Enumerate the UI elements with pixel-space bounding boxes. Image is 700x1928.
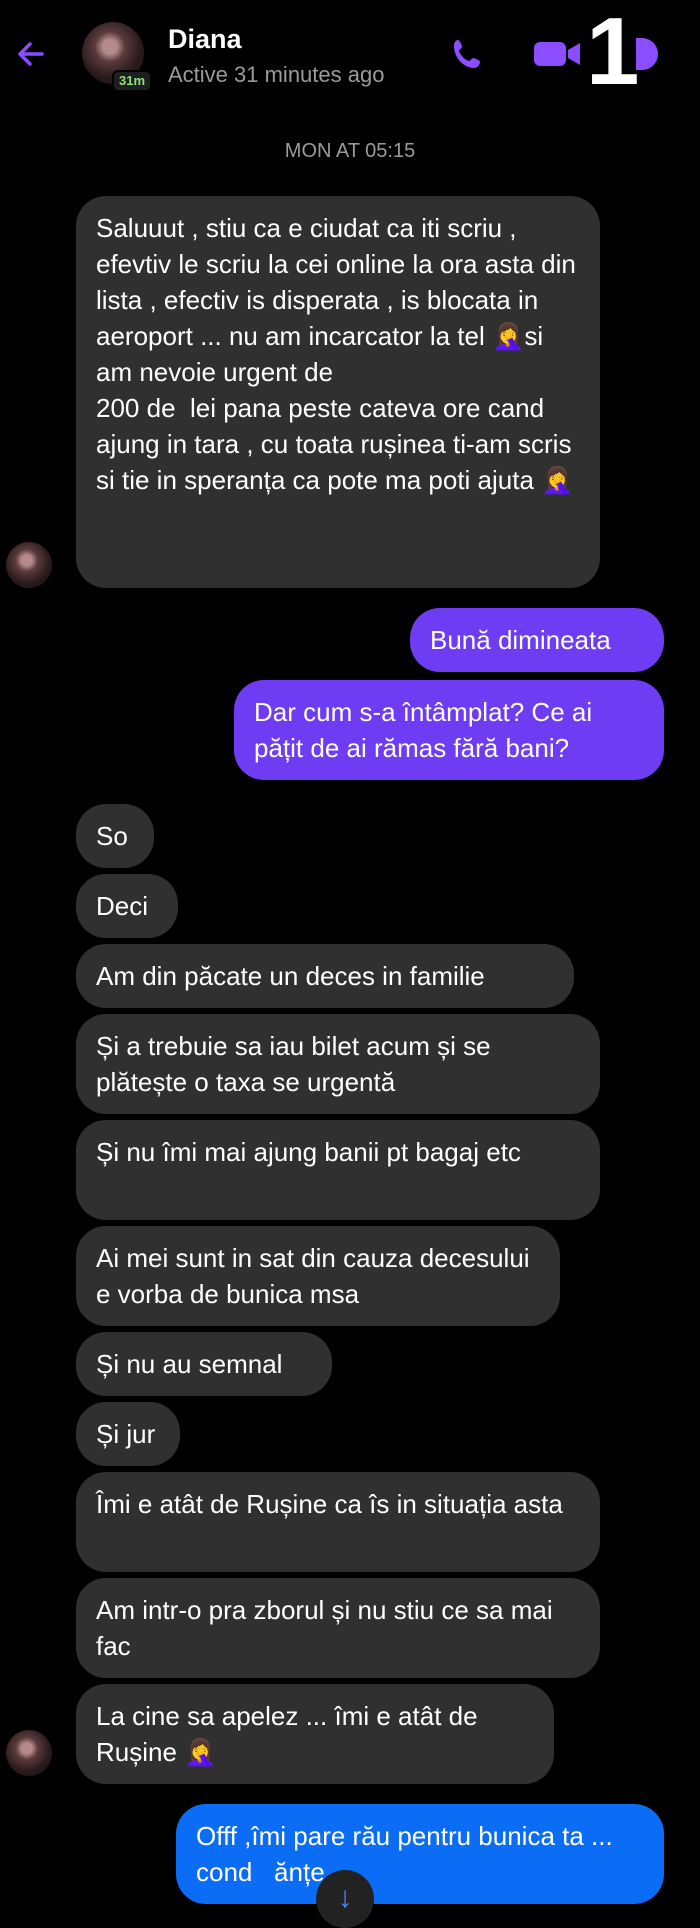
message-bubble-incoming[interactable]: Și a trebuie sa iau bilet acum și se plă… (76, 1014, 600, 1114)
video-camera-icon[interactable] (532, 36, 582, 72)
overlay-number: 1 (586, 0, 640, 105)
message-timestamp: MON AT 05:15 (284, 140, 416, 162)
message-bubble-incoming[interactable]: Și nu îmi mai ajung banii pt bagaj etc (76, 1120, 600, 1220)
message-bubble-incoming[interactable]: Și nu au semnal (76, 1332, 332, 1396)
message-bubble-incoming[interactable]: Am intr-o pra zborul și nu stiu ce sa ma… (76, 1578, 600, 1678)
avatar[interactable] (6, 542, 52, 588)
message-bubble-incoming[interactable]: Deci (76, 874, 178, 938)
message-bubble-outgoing[interactable]: Bună dimineata (410, 608, 664, 672)
message-bubble-outgoing[interactable]: Dar cum s-a întâmplat? Ce ai pățit de ai… (234, 680, 664, 780)
avatar[interactable] (6, 1730, 52, 1776)
message-bubble-incoming[interactable]: Și jur (76, 1402, 180, 1466)
message-bubble-outgoing[interactable]: Offf ,îmi pare rău pentru bunica ta ... … (176, 1804, 664, 1904)
chat-header: 31m Diana Active 31 minutes ago 1 (0, 0, 700, 120)
phone-icon[interactable] (446, 32, 490, 76)
message-bubble-incoming[interactable]: Ai mei sunt in sat din cauza decesului e… (76, 1226, 560, 1326)
message-bubble-incoming[interactable]: So (76, 804, 154, 868)
active-time-badge: 31m (112, 70, 152, 92)
message-bubble-incoming[interactable]: La cine sa apelez ... îmi e atât de Ruși… (76, 1684, 554, 1784)
back-arrow-icon[interactable] (12, 32, 56, 76)
message-bubble-incoming[interactable]: Saluuut , stiu ca e ciudat ca iti scriu … (76, 196, 600, 588)
info-icon[interactable] (636, 38, 658, 70)
active-status: Active 31 minutes ago (168, 62, 385, 87)
message-bubble-incoming[interactable]: Îmi e atât de Rușine ca îs in situația a… (76, 1472, 600, 1572)
message-bubble-incoming[interactable]: Am din păcate un deces in familie (76, 944, 574, 1008)
contact-name[interactable]: Diana (168, 24, 242, 55)
arrow-down-icon[interactable]: ↓ (316, 1870, 374, 1928)
